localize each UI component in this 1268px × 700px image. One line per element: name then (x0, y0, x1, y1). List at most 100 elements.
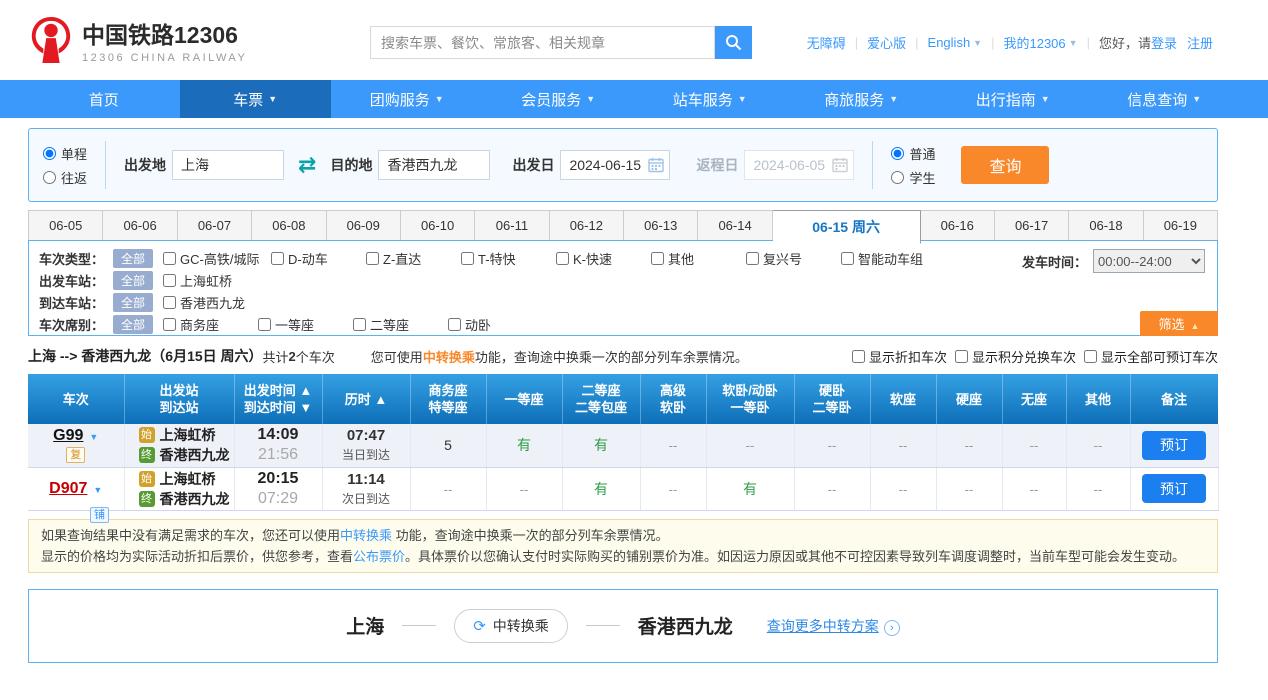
to-station-input[interactable] (378, 150, 490, 180)
date-tab[interactable]: 06-07 (178, 210, 252, 241)
filter-checkbox[interactable] (366, 252, 379, 265)
filter-checkbox[interactable] (353, 318, 366, 331)
register-link[interactable]: 注册 (1187, 33, 1213, 52)
from-station-all-button[interactable]: 全部 (113, 271, 153, 290)
to-station: 香港西九龙 (160, 489, 230, 509)
filter-train-type[interactable]: 复兴号 (746, 249, 841, 268)
date-tab[interactable]: 06-19 (1144, 210, 1218, 241)
checkbox[interactable] (1084, 350, 1097, 363)
filter-checkbox[interactable] (746, 252, 759, 265)
filter-button[interactable]: 筛选▲ (1140, 311, 1218, 336)
english-link[interactable]: English (928, 35, 971, 50)
filter-checkbox[interactable] (163, 274, 176, 287)
one-way-radio-input[interactable] (43, 147, 56, 160)
from-station-input[interactable] (172, 150, 284, 180)
filter-to-station[interactable]: 香港西九龙 (163, 293, 258, 312)
round-trip-radio[interactable]: 往返 (43, 168, 87, 187)
nav-home[interactable]: 首页 (28, 80, 180, 118)
filter-train-type[interactable]: 智能动车组 (841, 249, 936, 268)
filter-seat-class[interactable]: 一等座 (258, 315, 353, 334)
date-tab-active[interactable]: 06-15 周六 (773, 210, 921, 244)
nav-station-services[interactable]: 站车服务▼ (634, 80, 786, 118)
seat-class-all-button[interactable]: 全部 (113, 315, 153, 334)
filter-seat-class[interactable]: 商务座 (163, 315, 258, 334)
train-number-link[interactable]: D907 (49, 480, 87, 497)
date-tab[interactable]: 06-06 (103, 210, 177, 241)
my12306-link[interactable]: 我的12306 (1003, 33, 1065, 52)
date-tab[interactable]: 06-16 (921, 210, 995, 241)
transfer-link[interactable]: 中转换乘 (340, 528, 392, 543)
one-way-radio[interactable]: 单程 (43, 144, 87, 163)
query-button[interactable]: 查询 (961, 146, 1049, 184)
date-tab[interactable]: 06-10 (401, 210, 475, 241)
filter-train-type[interactable]: Z-直达 (366, 249, 461, 268)
train-type-all-button[interactable]: 全部 (113, 249, 153, 268)
show-points-checkbox[interactable]: 显示积分兑换车次 (955, 347, 1076, 366)
date-tab[interactable]: 06-17 (995, 210, 1069, 241)
filter-checkbox[interactable] (651, 252, 664, 265)
train-number-link[interactable]: G99 (53, 427, 83, 444)
transfer-pill-button[interactable]: ⟳ 中转换乘 (454, 609, 568, 643)
care-version-link[interactable]: 爱心版 (867, 33, 906, 52)
filter-train-type[interactable]: T-特快 (461, 249, 556, 268)
date-tab[interactable]: 06-18 (1069, 210, 1143, 241)
round-trip-radio-input[interactable] (43, 171, 56, 184)
filter-checkbox[interactable] (271, 252, 284, 265)
book-button[interactable]: 预订 (1142, 474, 1206, 503)
calendar-icon[interactable] (648, 157, 664, 173)
to-station-all-button[interactable]: 全部 (113, 293, 153, 312)
date-tab[interactable]: 06-05 (28, 210, 103, 241)
search-button[interactable] (715, 26, 752, 59)
book-button[interactable]: 预订 (1142, 431, 1206, 460)
date-tab[interactable]: 06-12 (550, 210, 624, 241)
filter-seat-class[interactable]: 动卧 (448, 315, 543, 334)
depart-time-select[interactable]: 00:00--24:00 (1093, 249, 1205, 273)
chevron-down-icon[interactable]: ▼ (93, 485, 102, 495)
filter-seat-class[interactable]: 二等座 (353, 315, 448, 334)
chevron-down-icon[interactable]: ▼ (89, 432, 98, 442)
published-price-link[interactable]: 公布票价 (353, 549, 405, 564)
filter-checkbox[interactable] (556, 252, 569, 265)
filter-checkbox[interactable] (163, 318, 176, 331)
chevron-down-icon: ▼ (586, 94, 595, 104)
filter-train-type[interactable]: D-动车 (271, 249, 366, 268)
date-tab[interactable]: 06-13 (624, 210, 698, 241)
filter-checkbox[interactable] (461, 252, 474, 265)
search-input[interactable] (370, 26, 715, 59)
date-tab[interactable]: 06-14 (698, 210, 772, 241)
normal-passenger-radio-input[interactable] (891, 147, 904, 160)
nav-information[interactable]: 信息查询▼ (1089, 80, 1241, 118)
filter-from-station[interactable]: 上海虹桥 (163, 271, 258, 290)
date-tab[interactable]: 06-08 (252, 210, 326, 241)
nav-group-services[interactable]: 团购服务▼ (331, 80, 483, 118)
logo[interactable]: 中国铁路12306 12306 CHINA RAILWAY (28, 14, 247, 66)
normal-passenger-radio[interactable]: 普通 (891, 144, 935, 163)
show-discount-checkbox[interactable]: 显示折扣车次 (852, 347, 947, 366)
swap-stations-icon[interactable]: ⇄ (298, 152, 316, 178)
nav-member-services[interactable]: 会员服务▼ (483, 80, 635, 118)
date-tab[interactable]: 06-11 (475, 210, 549, 241)
student-passenger-radio-input[interactable] (891, 171, 904, 184)
filter-checkbox[interactable] (841, 252, 854, 265)
show-bookable-checkbox[interactable]: 显示全部可预订车次 (1084, 347, 1218, 366)
nav-business-travel[interactable]: 商旅服务▼ (786, 80, 938, 118)
checkbox[interactable] (955, 350, 968, 363)
checkbox[interactable] (852, 350, 865, 363)
filter-checkbox[interactable] (163, 296, 176, 309)
filter-checkbox[interactable] (448, 318, 461, 331)
date-tab[interactable]: 06-09 (327, 210, 401, 241)
nav-tickets[interactable]: 车票▼ (180, 80, 332, 118)
login-link[interactable]: 登录 (1151, 33, 1177, 52)
accessibility-link[interactable]: 无障碍 (807, 33, 846, 52)
student-passenger-radio[interactable]: 学生 (891, 168, 935, 187)
arrow-right-circle-icon[interactable]: › (884, 620, 900, 636)
filter-train-type[interactable]: K-快速 (556, 249, 651, 268)
nav-travel-guide[interactable]: 出行指南▼ (937, 80, 1089, 118)
col-duration-sort[interactable]: 历时 ▲ (322, 374, 410, 424)
filter-train-type[interactable]: GC-高铁/城际 (163, 249, 271, 268)
col-times-sort[interactable]: 出发时间 ▲ 到达时间 ▼ (234, 374, 322, 424)
filter-train-type[interactable]: 其他 (651, 249, 746, 268)
filter-checkbox[interactable] (163, 252, 176, 265)
more-transfer-link[interactable]: 查询更多中转方案 (767, 618, 879, 634)
filter-checkbox[interactable] (258, 318, 271, 331)
